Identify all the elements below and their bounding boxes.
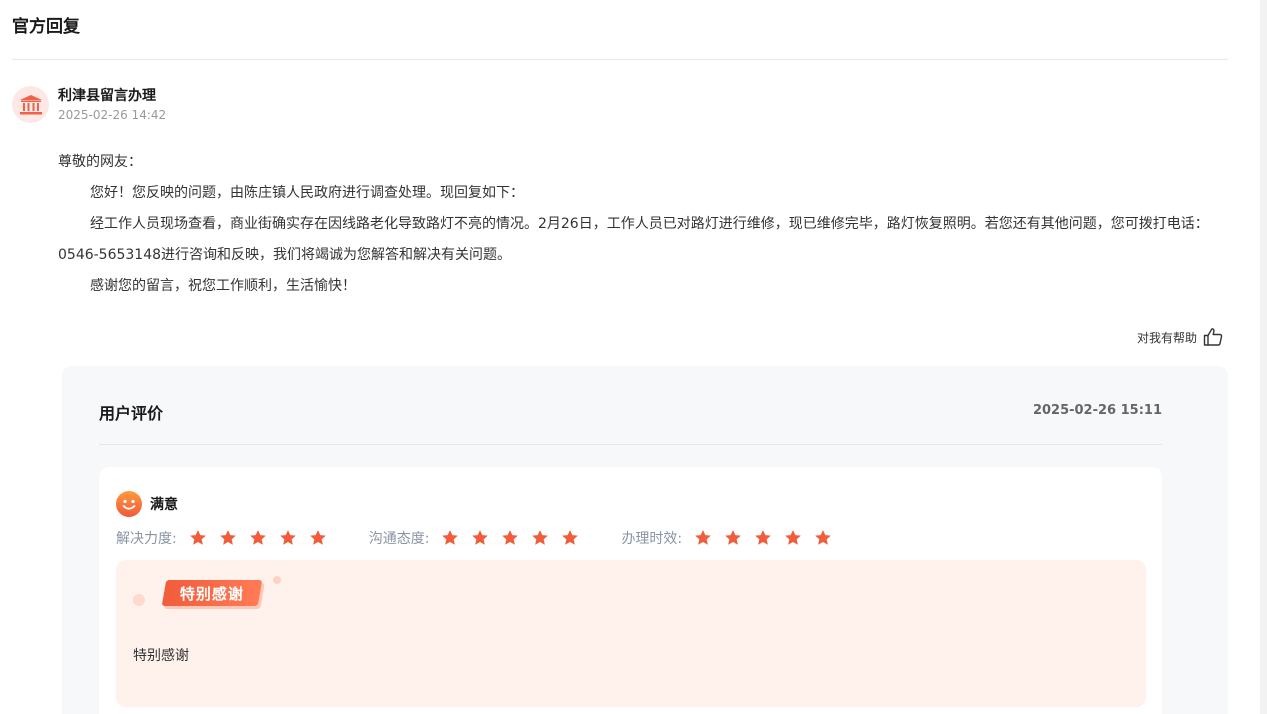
- star-icon: [472, 530, 489, 545]
- thanks-badge-label: 特别感谢: [180, 584, 245, 603]
- star-icon: [725, 530, 741, 545]
- smiley-face-icon: [116, 491, 142, 517]
- reply-body: 尊敬的网友： 您好！您反映的问题，由陈庄镇人民政府进行调查处理。现回复如下： 经…: [58, 147, 1230, 302]
- thumbs-up-icon[interactable]: [1203, 327, 1223, 347]
- reply-paragraph: 感谢您的留言，祝您工作顺利，生活愉快！: [90, 278, 356, 294]
- evaluation-card: 满意 解决力度: 沟通态度: 办理时效: 特别感谢 特别感谢: [99, 467, 1162, 714]
- star-icon: [189, 530, 206, 545]
- star-icon: [562, 530, 579, 545]
- rating-label: 解决力度:: [116, 531, 177, 547]
- scrollbar-track[interactable]: [1260, 0, 1267, 714]
- decorative-dot: [133, 594, 145, 606]
- rating-label: 沟通态度:: [368, 531, 430, 547]
- evaluation-title: 用户评价: [99, 404, 164, 423]
- decorative-dot: [273, 576, 281, 584]
- star-icon: [219, 530, 236, 545]
- helpful-button[interactable]: 对我有帮助: [1137, 327, 1223, 347]
- star-icon: [309, 530, 326, 545]
- reply-header: 利津县留言办理 2025-02-26 14:42: [12, 86, 166, 124]
- star-icon: [815, 530, 831, 545]
- star-icon: [785, 530, 801, 545]
- star-rating: [694, 529, 844, 547]
- ratings: 解决力度: 沟通态度: 办理时效:: [116, 528, 874, 548]
- title-divider: [12, 59, 1228, 60]
- satisfaction: 满意: [116, 491, 178, 517]
- star-icon: [532, 530, 549, 545]
- evaluation-divider: [99, 444, 1162, 445]
- rating-timeliness: 办理时效:: [621, 528, 844, 548]
- star-icon: [695, 530, 711, 545]
- star-icon: [279, 530, 296, 545]
- evaluation-comment: 特别感谢: [133, 648, 189, 664]
- replier-info: 利津县留言办理 2025-02-26 14:42: [58, 86, 166, 124]
- helpful-label: 对我有帮助: [1136, 330, 1197, 345]
- star-icon: [249, 530, 266, 545]
- reply-time: 2025-02-26 14:42: [58, 108, 167, 122]
- reply-greeting: 尊敬的网友：: [58, 154, 142, 170]
- star-icon: [442, 530, 459, 545]
- government-building-icon: [19, 94, 42, 114]
- evaluation-panel: 用户评价 2025-02-26 15:11 满意 解决力度: 沟通态度: 办理时…: [62, 366, 1228, 714]
- avatar: [12, 86, 49, 123]
- evaluation-time: 2025-02-26 15:11: [1032, 403, 1162, 418]
- rating-resolution: 解决力度:: [116, 528, 339, 548]
- thanks-badge: 特别感谢: [161, 580, 263, 606]
- star-rating: [189, 529, 339, 547]
- rating-communication: 沟通态度:: [369, 528, 592, 548]
- rating-label: 办理时效:: [621, 531, 683, 547]
- satisfaction-label: 满意: [150, 497, 178, 513]
- reply-paragraph: 您好！您反映的问题，由陈庄镇人民政府进行调查处理。现回复如下：: [90, 185, 524, 201]
- star-icon: [755, 530, 771, 545]
- section-title: 官方回复: [12, 17, 80, 37]
- thanks-box: 特别感谢 特别感谢: [116, 560, 1146, 707]
- reply-paragraph: 经工作人员现场查看，商业街确实存在因线路老化导致路灯不亮的情况。2月26日，工作…: [58, 216, 1209, 263]
- replier-name: 利津县留言办理: [58, 88, 156, 104]
- star-icon: [502, 530, 519, 545]
- star-rating: [441, 529, 591, 547]
